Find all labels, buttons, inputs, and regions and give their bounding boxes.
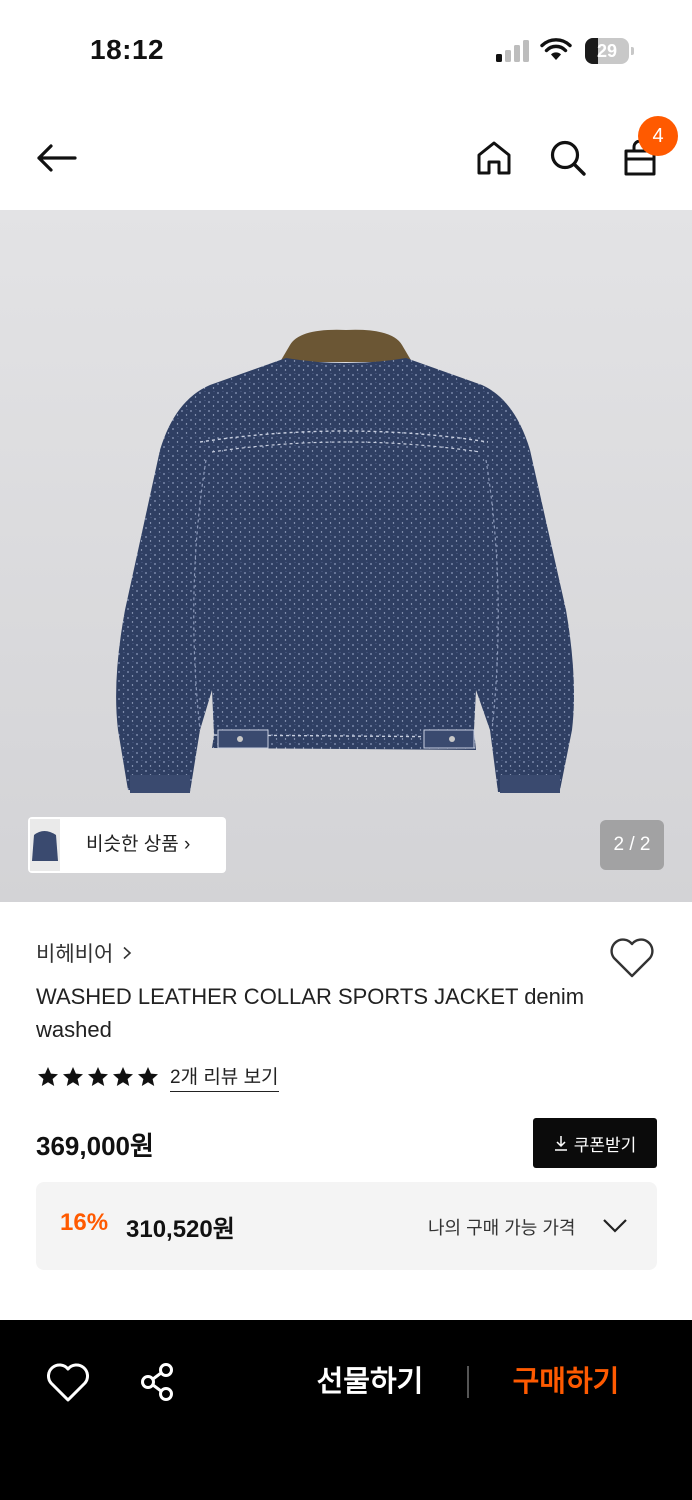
brand-link[interactable]: 비헤비어 [36,938,133,968]
top-navigation: 4 [0,100,692,210]
rating-row: 2개 리뷰 보기 [36,1062,279,1092]
home-icon [477,141,511,175]
similar-products-button[interactable]: 비슷한 상품 › [28,817,226,873]
star-icon [38,1067,58,1086]
cellular-signal-icon [496,40,529,62]
image-page-indicator: 2 / 2 [600,820,664,870]
status-time: 18:12 [90,34,165,65]
review-link[interactable]: 2개 리뷰 보기 [170,1062,279,1092]
original-price: 369,000원 [36,1131,154,1161]
coupon-label: 쿠폰받기 [573,1135,637,1155]
my-price-label: 나의 구매 가능 가격 [428,1218,576,1238]
star-icon [88,1067,108,1086]
denim-jacket-image [0,210,692,902]
buy-button[interactable]: 구매하기 [496,1360,636,1404]
search-button[interactable] [540,130,596,186]
star-icon [63,1067,83,1086]
search-icon [550,140,586,176]
chevron-down-icon [603,1219,627,1233]
battery-indicator: 29 [585,38,635,64]
brand-name: 비헤비어 [36,943,114,966]
home-button[interactable] [466,130,522,186]
heart-icon[interactable] [44,1358,92,1406]
divider [467,1366,469,1398]
battery-level: 29 [596,41,618,61]
cart-count-badge: 4 [638,116,678,156]
product-title: WASHED LEATHER COLLAR SPORTS JACKET deni… [36,984,585,1042]
star-icon [138,1067,158,1086]
back-button[interactable] [28,130,84,186]
star-icon [113,1067,133,1086]
wifi-icon [540,38,572,60]
download-icon [554,1136,567,1151]
gift-button[interactable]: 선물하기 [300,1360,440,1404]
share-icon[interactable] [134,1358,182,1406]
rating-stars [36,1065,160,1089]
my-price-panel[interactable]: 16% 310,520원 나의 구매 가능 가격 [36,1182,657,1270]
discount-rate: 16% [60,1209,109,1236]
product-image-carousel[interactable]: 비슷한 상품 › 2 / 2 [0,210,692,902]
chevron-right-icon [123,946,132,960]
wishlist-heart-icon[interactable] [608,936,656,980]
coupon-download-button[interactable]: 쿠폰받기 [533,1118,657,1168]
arrow-left-icon [37,144,77,172]
status-bar: 18:12 29 [0,0,692,100]
discount-price: 310,520원 [126,1216,235,1243]
bottom-action-bar: 선물하기 구매하기 [0,1320,692,1500]
similar-products-label: 비슷한 상품 › [86,834,191,855]
similar-product-thumbnail [30,819,60,871]
